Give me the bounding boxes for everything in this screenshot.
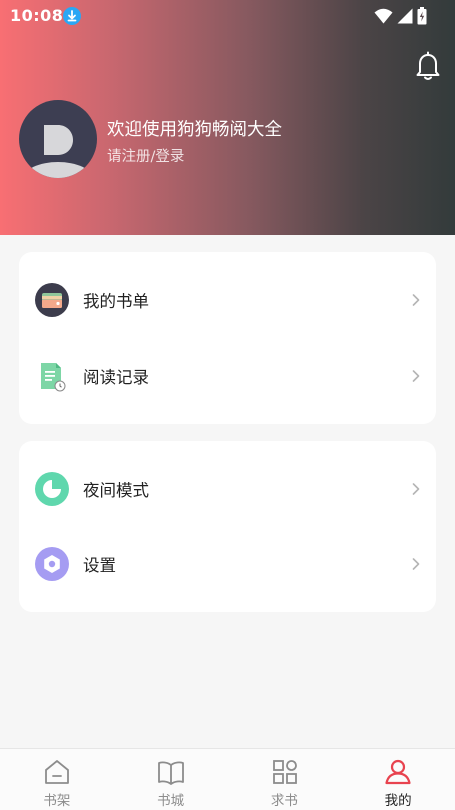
- menu-item-settings[interactable]: 设置: [19, 526, 436, 602]
- tab-label: 我的: [384, 793, 412, 809]
- tab-bookstore[interactable]: 书城: [114, 749, 228, 810]
- download-icon: [63, 7, 81, 25]
- wifi-icon: [374, 8, 393, 24]
- tab-bookshelf[interactable]: 书架: [0, 749, 114, 810]
- battery-icon: [417, 7, 427, 25]
- bottom-tab-bar: 书架 书城 求书 我的: [0, 748, 455, 810]
- book-icon: [157, 761, 184, 785]
- tab-request-book[interactable]: 求书: [228, 749, 342, 810]
- avatar[interactable]: [19, 100, 97, 178]
- user-icon: [385, 759, 411, 785]
- menu-item-reading-history[interactable]: 阅读记录: [19, 338, 436, 414]
- profile-header: 10:08 欢迎使用狗狗畅阅大全 请注册/登录: [0, 0, 455, 235]
- status-time: 10:08: [10, 6, 64, 25]
- night-mode-icon: [35, 472, 69, 506]
- chevron-right-icon: [412, 370, 420, 382]
- tab-label: 书架: [43, 793, 71, 809]
- chevron-right-icon: [412, 483, 420, 495]
- grid-icon: [272, 760, 297, 784]
- wallet-icon: [35, 283, 69, 317]
- menu-label: 夜间模式: [83, 481, 149, 500]
- signal-icon: [397, 8, 413, 24]
- menu-label: 我的书单: [83, 292, 149, 311]
- menu-item-book-list[interactable]: 我的书单: [19, 262, 436, 338]
- menu-label: 设置: [83, 556, 116, 575]
- status-icons: [374, 7, 427, 25]
- status-bar: 10:08: [0, 0, 455, 32]
- settings-icon: [35, 547, 69, 581]
- tab-label: 求书: [270, 793, 298, 809]
- tab-label: 书城: [157, 793, 185, 809]
- notification-bell-icon[interactable]: [414, 50, 442, 82]
- reading-history-icon: [35, 359, 69, 393]
- home-icon: [45, 760, 69, 784]
- welcome-text: 欢迎使用狗狗畅阅大全: [107, 120, 282, 140]
- menu-card-library: 我的书单 阅读记录: [19, 252, 436, 424]
- chevron-right-icon: [412, 294, 420, 306]
- login-register-link[interactable]: 请注册/登录: [107, 145, 184, 166]
- menu-label: 阅读记录: [83, 368, 149, 387]
- menu-item-night-mode[interactable]: 夜间模式: [19, 451, 436, 527]
- menu-card-settings: 夜间模式 设置: [19, 441, 436, 612]
- chevron-right-icon: [412, 558, 420, 570]
- tab-mine[interactable]: 我的: [341, 749, 455, 810]
